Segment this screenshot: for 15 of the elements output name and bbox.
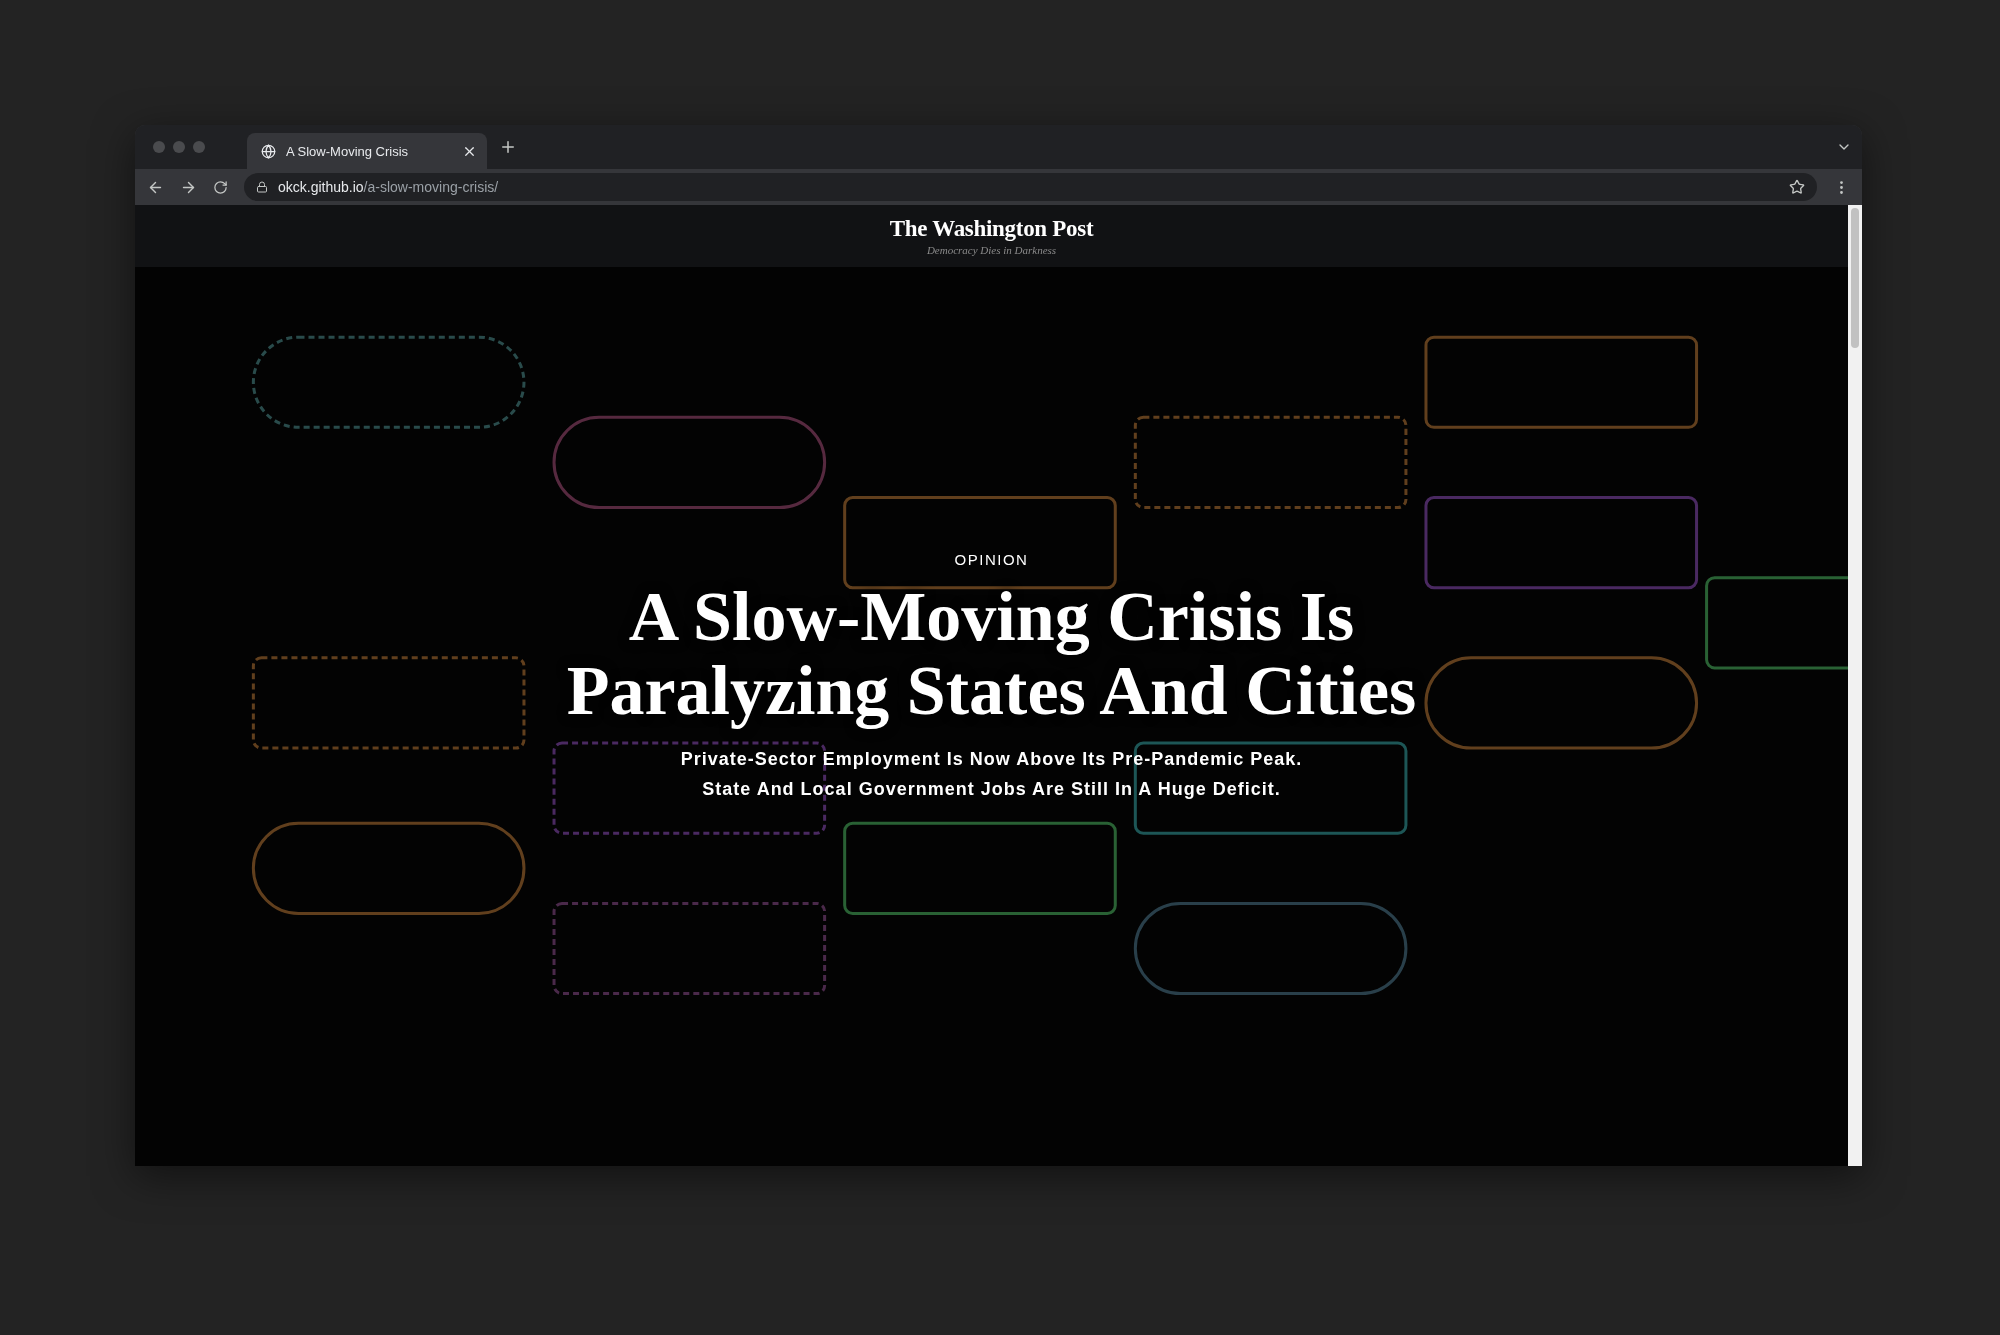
url-text: okck.github.io/a-slow-moving-crisis/ [278,179,500,195]
scrollbar[interactable] [1848,205,1862,1166]
globe-icon [261,143,276,159]
lock-icon [256,181,268,193]
new-tab-icon[interactable] [499,138,517,156]
logo[interactable]: The Washington Post [889,216,1094,242]
address-field[interactable]: okck.github.io/a-slow-moving-crisis/ [244,173,1817,201]
subheadline: Private-Sector Employment Is Now Above Its Pre-Pandemic Peak. State And Local Government Jobs Are Still In A Huge Deficit. [680,748,1303,801]
tab-title: A Slow-Moving Crisis [286,143,410,159]
headline: A Slow-Moving Crisis Is Paralyzing States And Cities [566,580,1417,728]
star-icon[interactable] [1789,179,1805,195]
tagline: Democracy Dies in Darkness [926,244,1057,256]
reload-icon[interactable] [213,179,228,195]
section-label: OPINION [954,551,1029,568]
browser-tab[interactable]: A Slow-Moving Crisis [247,133,487,169]
